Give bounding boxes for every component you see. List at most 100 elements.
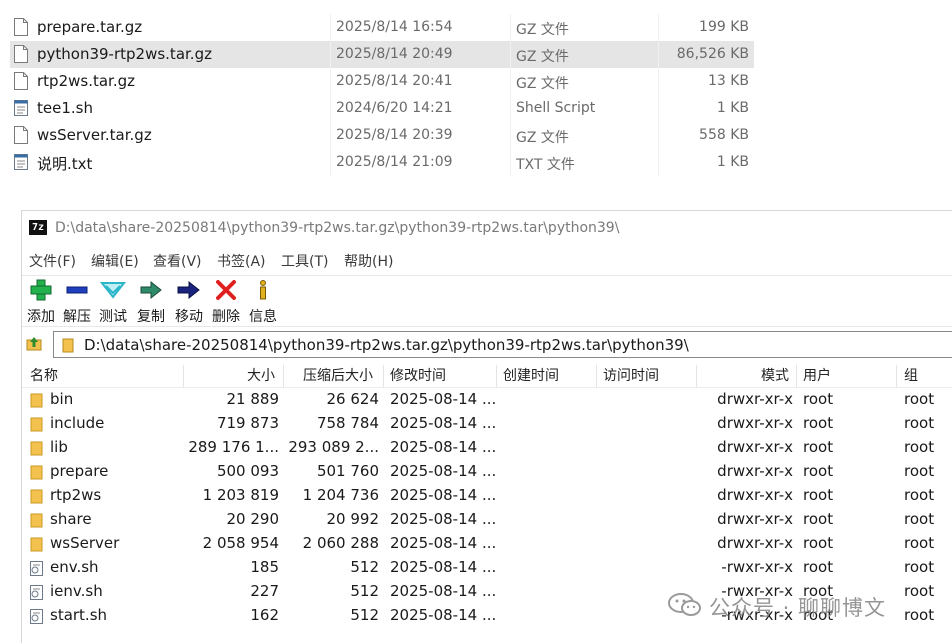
file-name: include [50,414,105,432]
file-packed-size: 512 [350,558,379,576]
title-bar: 7z D:\data\share-20250814\python39-rtp2w… [22,211,952,245]
menu-view[interactable]: 查看(V) [153,251,202,271]
column-line [658,14,659,176]
table-row[interactable]: wsServer 2 058 954 2 060 288 2025-08-14 ...… [22,533,952,557]
test-button[interactable]: 测试 [94,278,132,326]
add-button[interactable]: 添加 [22,278,60,326]
path-input[interactable]: D:\data\share-20250814\python39-rtp2ws.t… [53,331,952,358]
toolbar: 添加 解压 测试 复制 移动 删除 信息 [22,275,952,327]
script-icon [30,561,43,576]
extract-button[interactable]: 解压 [58,278,96,326]
column-line [510,14,511,176]
file-date: 2025/8/14 20:39 [336,127,453,143]
file-size: 1 KB [716,100,749,116]
folder-icon [30,417,43,432]
file-modified: 2025-08-14 ... [390,438,497,456]
file-packed-size: 1 204 736 [302,486,379,504]
file-size: 1 KB [716,154,749,170]
column-divider[interactable] [896,365,897,387]
file-modified: 2025-08-14 ... [390,390,497,408]
table-row[interactable]: bin 21 889 26 624 2025-08-14 ... drwxr-xr-x r… [22,389,952,413]
file-mode: drwxr-xr-x [717,414,793,432]
file-row[interactable]: 说明.txt 2025/8/14 21:09 TXT 文件 1 KB [0,149,952,176]
file-name: rtp2ws [50,486,102,504]
file-row[interactable]: rtp2ws.tar.gz 2025/8/14 20:41 GZ 文件 13 KB [0,68,952,95]
file-date: 2025/8/14 21:09 [336,154,453,170]
file-user: root [803,510,834,528]
file-size: 227 [250,582,279,600]
file-row[interactable]: python39-rtp2ws.tar.gz 2025/8/14 20:49 GZ … [0,41,952,68]
column-user[interactable]: 用户 [803,365,831,385]
file-type: GZ 文件 [516,22,569,38]
file-row[interactable]: prepare.tar.gz 2025/8/14 16:54 GZ 文件 199 KB [0,14,952,41]
file-icon [14,126,28,144]
file-icon [14,72,28,90]
column-divider[interactable] [496,365,497,387]
file-size: 1 203 819 [202,486,279,504]
column-divider[interactable] [796,365,797,387]
file-name: python39-rtp2ws.tar.gz [37,45,212,63]
column-divider[interactable] [183,365,184,387]
column-name[interactable]: 名称 [30,365,58,385]
folder-up-icon[interactable] [26,335,42,351]
move-button[interactable]: 移动 [170,278,208,326]
column-mode[interactable]: 模式 [761,365,789,385]
folder-icon [62,338,74,353]
folder-icon [30,537,43,552]
file-user: root [803,534,834,552]
column-accessed[interactable]: 访问时间 [603,365,659,385]
file-mode: drwxr-xr-x [717,462,793,480]
column-divider[interactable] [383,365,384,387]
table-row[interactable]: rtp2ws 1 203 819 1 204 736 2025-08-14 ... dr… [22,485,952,509]
watermark: 公众号 · 聊聊博文 [667,590,927,620]
move-label: 移动 [175,309,203,325]
copy-button[interactable]: 复制 [132,278,170,326]
file-row[interactable]: tee1.sh 2024/6/20 14:21 Shell Script 1 KB [0,95,952,122]
menu-edit[interactable]: 编辑(E) [91,251,139,271]
file-user: root [803,414,834,432]
file-size: 185 [250,558,279,576]
menu-help[interactable]: 帮助(H) [344,251,393,271]
test-icon [99,282,127,299]
delete-label: 删除 [212,309,240,325]
add-icon [30,279,52,301]
column-group[interactable]: 组 [904,365,918,385]
window-title: D:\data\share-20250814\python39-rtp2ws.t… [55,220,620,236]
file-group: root [904,510,935,528]
file-size: 20 290 [226,510,280,528]
table-row[interactable]: include 719 873 758 784 2025-08-14 ... drwxr… [22,413,952,437]
menu-bookmarks[interactable]: 书签(A) [217,251,266,271]
menu-tools[interactable]: 工具(T) [281,251,328,271]
column-size[interactable]: 大小 [247,365,275,385]
file-row[interactable]: wsServer.tar.gz 2025/8/14 20:39 GZ 文件 558 K… [0,122,952,149]
delete-button[interactable]: 删除 [207,278,245,326]
info-button[interactable]: 信息 [244,278,282,326]
file-name: lib [50,438,68,456]
column-divider[interactable] [283,365,284,387]
file-name: wsServer.tar.gz [37,126,152,144]
file-group: root [904,486,935,504]
add-label: 添加 [27,309,55,325]
info-label: 信息 [249,309,277,325]
file-name: wsServer [50,534,120,552]
file-size: 2 058 954 [202,534,279,552]
column-packed[interactable]: 压缩后大小 [303,365,373,385]
column-created[interactable]: 创建时间 [503,365,559,385]
table-row[interactable]: prepare 500 093 501 760 2025-08-14 ... drwxr… [22,461,952,485]
file-packed-size: 512 [350,606,379,624]
menu-file[interactable]: 文件(F) [29,251,76,271]
table-row[interactable]: env.sh 185 512 2025-08-14 ... -rwxr-xr-x root… [22,557,952,581]
column-divider[interactable] [596,365,597,387]
file-name: prepare [50,462,109,480]
column-divider[interactable] [696,365,697,387]
file-icon [14,18,28,36]
file-mode: drwxr-xr-x [717,486,793,504]
address-bar: D:\data\share-20250814\python39-rtp2ws.t… [22,329,952,359]
script-icon [30,585,43,600]
table-row[interactable]: share 20 290 20 992 2025-08-14 ... drwxr-xr-… [22,509,952,533]
file-name: rtp2ws.tar.gz [37,72,135,90]
column-modified[interactable]: 修改时间 [390,365,446,385]
file-name: 说明.txt [37,155,93,173]
table-row[interactable]: lib 289 176 1... 293 089 2... 2025-08-14 ..… [22,437,952,461]
extract-icon [66,286,88,294]
